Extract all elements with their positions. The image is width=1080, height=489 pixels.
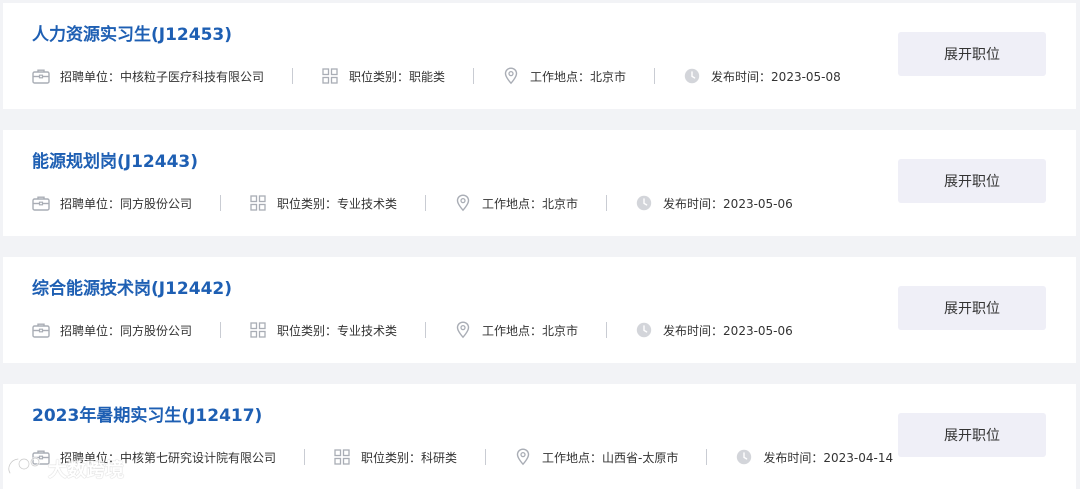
job-category: 职位类别：专业技术类 <box>249 321 397 339</box>
job-card: 能源规划岗(J12443) 招聘单位：同方股份公司 职位类别：专业技术类 工作地… <box>3 130 1076 236</box>
location-text: 工作地点：山西省-太原市 <box>542 450 679 465</box>
grid-icon <box>333 448 351 466</box>
job-card: 综合能源技术岗(J12442) 招聘单位：同方股份公司 职位类别：专业技术类 工… <box>3 257 1076 363</box>
job-card: 人力资源实习生(J12453) 招聘单位：中核粒子医疗科技有限公司 职位类别：职… <box>3 3 1076 109</box>
divider <box>292 68 294 84</box>
briefcase-icon <box>32 321 50 339</box>
divider <box>654 68 656 84</box>
divider <box>425 322 427 338</box>
divider <box>473 68 475 84</box>
expand-position-button[interactable]: 展开职位 <box>898 413 1046 457</box>
job-location: 工作地点：山西省-太原市 <box>514 448 678 466</box>
clock-icon <box>635 194 653 212</box>
job-title[interactable]: 能源规划岗(J12443) <box>32 147 198 172</box>
divider <box>606 322 608 338</box>
clock-icon <box>735 448 753 466</box>
job-meta: 招聘单位：中核第七研究设计院有限公司 职位类别：科研类 工作地点：山西省-太原市… <box>32 448 893 466</box>
job-meta: 招聘单位：同方股份公司 职位类别：专业技术类 工作地点：北京市 发布时间：202… <box>32 321 793 339</box>
job-meta: 招聘单位：同方股份公司 职位类别：专业技术类 工作地点：北京市 发布时间：202… <box>32 194 793 212</box>
job-company: 招聘单位：中核粒子医疗科技有限公司 <box>32 67 264 85</box>
job-meta: 招聘单位：中核粒子医疗科技有限公司 职位类别：职能类 工作地点：北京市 发布时间… <box>32 67 841 85</box>
expand-position-button[interactable]: 展开职位 <box>898 32 1046 76</box>
location-pin-icon <box>502 67 520 85</box>
job-title[interactable]: 人力资源实习生(J12453) <box>32 20 232 45</box>
company-text: 招聘单位：同方股份公司 <box>60 196 193 211</box>
job-date: 发布时间：2023-05-06 <box>635 194 793 212</box>
briefcase-icon <box>32 67 50 85</box>
briefcase-icon <box>32 194 50 212</box>
grid-icon <box>249 194 267 212</box>
category-text: 职位类别：专业技术类 <box>277 323 398 338</box>
date-text: 发布时间：2023-04-14 <box>763 450 894 465</box>
job-date: 发布时间：2023-05-06 <box>635 321 793 339</box>
job-location: 工作地点：北京市 <box>502 67 626 85</box>
job-date: 发布时间：2023-05-08 <box>683 67 841 85</box>
grid-icon <box>249 321 267 339</box>
job-location: 工作地点：北京市 <box>454 194 578 212</box>
divider <box>706 449 708 465</box>
location-pin-icon <box>454 321 472 339</box>
grid-icon <box>321 67 339 85</box>
job-title[interactable]: 2023年暑期实习生(J12417) <box>32 401 262 426</box>
location-text: 工作地点：北京市 <box>482 323 579 338</box>
clock-icon <box>683 67 701 85</box>
job-category: 职位类别：专业技术类 <box>249 194 397 212</box>
job-title[interactable]: 综合能源技术岗(J12442) <box>32 274 232 299</box>
divider <box>425 195 427 211</box>
category-text: 职位类别：专业技术类 <box>277 196 398 211</box>
divider <box>485 449 487 465</box>
date-text: 发布时间：2023-05-06 <box>663 323 793 338</box>
watermark-text: 大数跨境 <box>48 458 125 481</box>
job-category: 职位类别：职能类 <box>321 67 445 85</box>
location-text: 工作地点：北京市 <box>482 196 579 211</box>
location-text: 工作地点：北京市 <box>530 69 627 84</box>
location-pin-icon <box>454 194 472 212</box>
job-location: 工作地点：北京市 <box>454 321 578 339</box>
job-company: 招聘单位：同方股份公司 <box>32 321 192 339</box>
expand-position-button[interactable]: 展开职位 <box>898 159 1046 203</box>
date-text: 发布时间：2023-05-06 <box>663 196 793 211</box>
company-text: 招聘单位：中核粒子医疗科技有限公司 <box>60 69 265 84</box>
category-text: 职位类别：职能类 <box>349 69 446 84</box>
expand-position-button[interactable]: 展开职位 <box>898 286 1046 330</box>
divider <box>304 449 306 465</box>
divider <box>606 195 608 211</box>
watermark-logo-icon <box>6 453 42 483</box>
job-category: 职位类别：科研类 <box>333 448 457 466</box>
job-card: 2023年暑期实习生(J12417) 招聘单位：中核第七研究设计院有限公司 职位… <box>3 384 1076 489</box>
job-date: 发布时间：2023-04-14 <box>735 448 893 466</box>
location-pin-icon <box>514 448 532 466</box>
category-text: 职位类别：科研类 <box>361 450 458 465</box>
watermark: 大数跨境 <box>6 453 124 483</box>
company-text: 招聘单位：同方股份公司 <box>60 323 193 338</box>
clock-icon <box>635 321 653 339</box>
divider <box>220 195 222 211</box>
job-company: 招聘单位：同方股份公司 <box>32 194 192 212</box>
date-text: 发布时间：2023-05-08 <box>711 69 841 84</box>
divider <box>220 322 222 338</box>
